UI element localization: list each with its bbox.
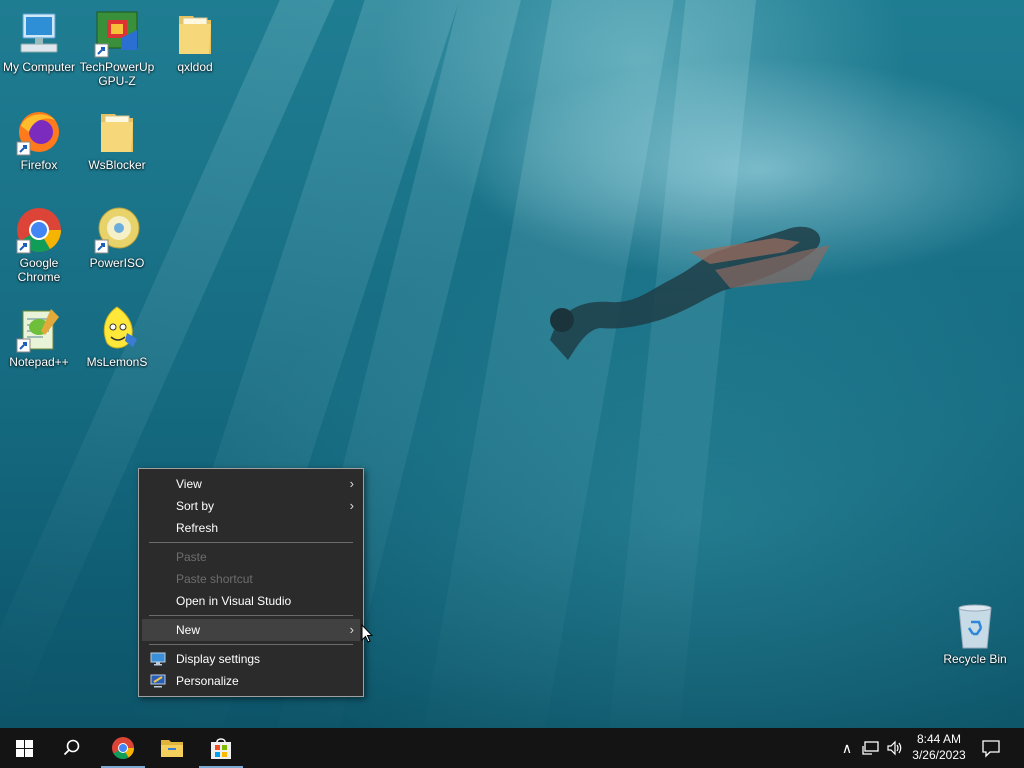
menu-item-new[interactable]: New › [142,619,360,641]
menu-item-view[interactable]: View › [142,473,360,495]
lemon-icon [103,306,137,349]
menu-item-label: Display settings [176,652,261,666]
tray-overflow-chevron[interactable]: ∧ [838,738,856,758]
desktop-icon-label: MsLemonS [86,355,148,369]
menu-item-label: Open in Visual Studio [176,594,292,608]
menu-item-label: Sort by [176,499,215,513]
menu-item-label: View [176,477,202,491]
desktop-icon-qxldod[interactable]: qxldod [156,10,234,74]
desktop-icon-mslemons[interactable]: MsLemonS [78,305,156,369]
chrome-icon [112,737,134,759]
menu-separator [149,615,353,616]
desktop-icon-label: My Computer [2,60,76,74]
menu-item-display-settings[interactable]: Display settings [142,648,360,670]
firefox-icon [16,112,59,156]
taskbar-chrome-button[interactable] [99,728,147,768]
display-settings-icon [150,652,166,666]
menu-item-label: Paste shortcut [176,572,253,586]
clock-date: 3/26/2023 [912,748,966,762]
desktop-icon-label: WsBlocker [88,158,146,172]
mouse-cursor-icon [361,624,373,643]
taskbar-file-explorer-button[interactable] [148,728,196,768]
desktop-icon-my-computer[interactable]: My Computer [0,10,78,74]
desktop-icon-label: Notepad++ [9,355,69,369]
menu-item-paste-shortcut: Paste shortcut [142,568,360,590]
menu-item-refresh[interactable]: Refresh [142,517,360,539]
menu-item-sort-by[interactable]: Sort by › [142,495,360,517]
desktop-icon-google-chrome[interactable]: Google Chrome [0,206,78,284]
menu-separator [149,542,353,543]
computer-icon [20,13,58,53]
volume-icon[interactable] [886,738,904,758]
desktop-icon-gpu-z[interactable]: TechPowerUp GPU-Z [78,10,156,88]
gpuz-icon [94,11,138,58]
menu-item-label: Refresh [176,521,219,535]
desktop-icon-label: qxldod [177,60,213,74]
desktop-icon-notepadpp[interactable]: Notepad++ [0,305,78,369]
windows-logo-icon [16,740,33,757]
desktop-icon-recycle-bin[interactable]: Recycle Bin [936,602,1014,666]
desktop-background[interactable]: My Computer TechPowerUp GPU-Z qxldod Fir… [0,0,1024,728]
desktop-context-menu: View › Sort by › Refresh Paste Paste sho… [138,468,364,697]
folder-icon [179,16,211,54]
chevron-right-icon: › [349,622,354,637]
folder-icon [161,740,183,757]
chevron-right-icon: › [349,476,354,491]
taskbar-store-button[interactable] [197,728,245,768]
menu-item-paste: Paste [142,546,360,568]
menu-separator [149,644,353,645]
store-icon [211,738,231,759]
folder-icon [101,114,133,152]
taskbar: ∧ 8:44 AM 3/26/2023 [0,728,1024,768]
desktop-icon-label: Google Chrome [17,256,61,284]
start-button[interactable] [0,728,48,768]
recycle-bin-icon [958,604,992,649]
notepadpp-icon [16,309,59,353]
desktop-icon-firefox[interactable]: Firefox [0,108,78,172]
network-icon[interactable] [862,738,880,758]
menu-item-label: Personalize [176,674,239,688]
desktop-icon-label: Firefox [20,158,58,172]
menu-item-open-in-visual-studio[interactable]: Open in Visual Studio [142,590,360,612]
notification-icon[interactable] [982,738,1000,758]
menu-item-personalize[interactable]: Personalize [142,670,360,692]
desktop-icon-poweriso[interactable]: PowerISO [78,206,156,270]
swimmer-image [550,226,830,360]
poweriso-icon [94,207,140,254]
desktop-icon-label: TechPowerUp GPU-Z [79,60,155,88]
desktop-icon-wsblocker[interactable]: WsBlocker [78,108,156,172]
chevron-right-icon: › [349,498,354,513]
desktop-icon-label: Recycle Bin [943,652,1007,666]
taskbar-clock[interactable]: 8:44 AM 3/26/2023 [906,731,972,763]
desktop-icon-label: PowerISO [89,256,145,270]
personalize-icon [150,674,166,688]
menu-item-label: Paste [176,550,207,564]
search-button[interactable] [48,728,96,768]
chrome-icon [16,208,61,254]
clock-time: 8:44 AM [916,732,962,746]
search-icon [63,739,80,756]
menu-item-label: New [176,623,201,637]
